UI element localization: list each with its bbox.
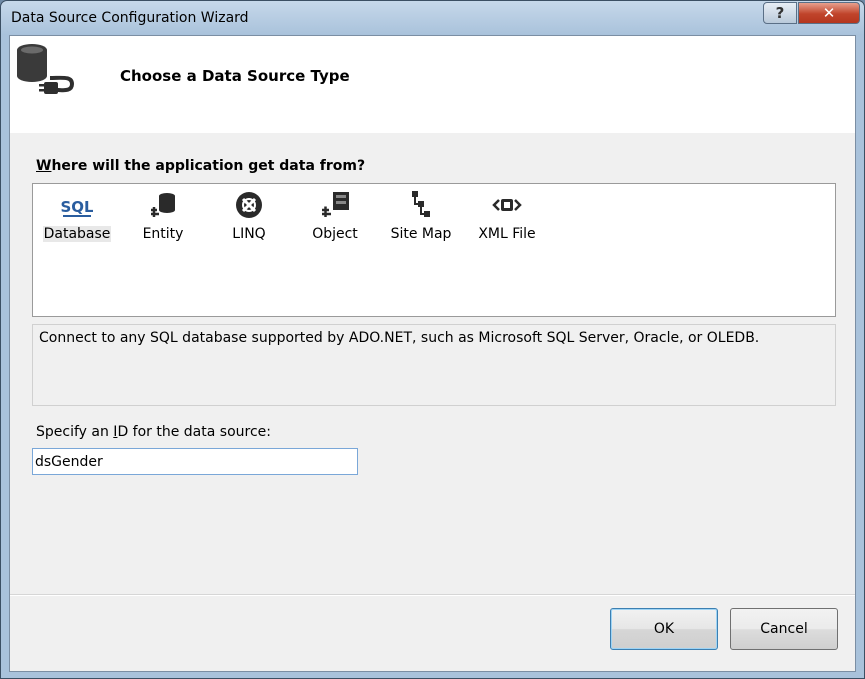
title-bar[interactable]: Data Source Configuration Wizard ? ✕ <box>1 1 864 35</box>
sql-database-icon: SQL <box>61 198 93 217</box>
sql-icon-text: SQL <box>61 198 93 216</box>
type-label: Site Map <box>390 226 452 242</box>
linq-icon <box>236 192 262 218</box>
database-plug-icon <box>17 44 75 94</box>
type-xml-file[interactable]: XML File <box>467 188 547 246</box>
footer-divider <box>10 594 855 596</box>
type-object[interactable]: Object <box>295 188 375 246</box>
id-field-label: Specify an ID for the data source: <box>36 424 271 440</box>
site-map-icon <box>412 191 430 217</box>
help-button[interactable]: ? <box>763 2 797 24</box>
type-label: Object <box>312 226 358 242</box>
dialog-client: Choose a Data Source Type Where will the… <box>9 35 856 672</box>
type-label: Entity <box>142 226 184 242</box>
ok-button[interactable]: OK <box>610 608 718 650</box>
data-source-id-input[interactable] <box>32 448 358 475</box>
type-entity[interactable]: Entity <box>123 188 203 246</box>
type-label: XML File <box>478 226 536 242</box>
source-question-text: here will the application get data from? <box>51 158 366 174</box>
window-title: Data Source Configuration Wizard <box>11 10 249 26</box>
cancel-button[interactable]: Cancel <box>730 608 838 650</box>
data-source-type-list[interactable]: SQL Database Entity LINQ Object Site Map… <box>32 183 836 317</box>
entity-icon <box>151 193 175 217</box>
close-button[interactable]: ✕ <box>798 2 860 24</box>
wizard-window: Data Source Configuration Wizard ? ✕ Cho… <box>0 0 865 679</box>
object-icon <box>322 192 349 217</box>
type-linq[interactable]: LINQ <box>209 188 289 246</box>
type-description: Connect to any SQL database supported by… <box>39 330 760 346</box>
accelerator-w: W <box>36 158 52 174</box>
type-label: Database <box>43 226 111 242</box>
page-title: Choose a Data Source Type <box>120 67 350 85</box>
id-label-after: D for the data source: <box>117 424 271 440</box>
source-question-label: Where will the application get data from… <box>36 158 365 174</box>
xml-file-icon <box>492 199 522 211</box>
id-label-before: Specify an <box>36 424 114 440</box>
type-label: LINQ <box>232 226 266 242</box>
type-database[interactable]: SQL Database <box>37 188 117 246</box>
type-site-map[interactable]: Site Map <box>381 188 461 246</box>
wizard-header: Choose a Data Source Type <box>10 36 855 133</box>
type-description-box: Connect to any SQL database supported by… <box>32 324 836 406</box>
